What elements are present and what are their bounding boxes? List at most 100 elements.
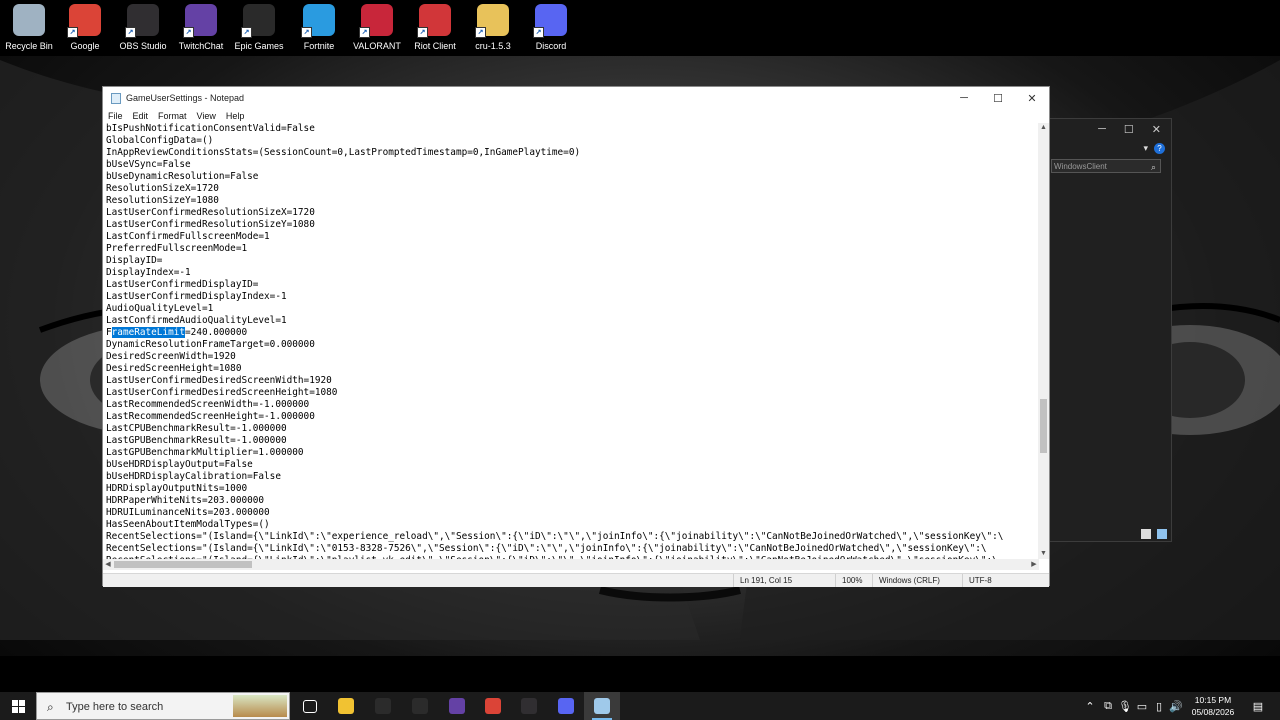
background-window-search[interactable]: WindowsClient ⌕ (1051, 159, 1161, 173)
volume-icon[interactable]: 🔊 (1168, 692, 1184, 720)
menu-edit[interactable]: Edit (128, 111, 154, 121)
maximize-icon[interactable]: ☐ (1124, 123, 1134, 136)
text-line: bIsPushNotificationConsentValid=False (106, 123, 315, 134)
menu-file[interactable]: File (103, 111, 128, 121)
text-line: HasSeenAboutItemModalTypes=() (106, 519, 270, 530)
scroll-up-arrow[interactable]: ▲ (1038, 123, 1049, 133)
desktop-icon-label: Discord (535, 41, 567, 51)
background-window[interactable]: ─ ☐ ✕ ▾ ? WindowsClient ⌕ (1035, 118, 1172, 542)
desktop-icon-google[interactable]: ↗ Google (54, 4, 116, 54)
editor-content[interactable]: bIsPushNotificationConsentValid=False Gl… (103, 123, 1039, 559)
text-line: LastGPUBenchmarkMultiplier=1.000000 (106, 447, 304, 458)
menu-help[interactable]: Help (221, 111, 250, 121)
encoding: UTF-8 (962, 574, 1049, 587)
text-line: LastCPUBenchmarkResult=-1.000000 (106, 423, 287, 434)
minimize-button[interactable]: ─ (947, 87, 981, 109)
network-icon[interactable]: ▯ (1151, 692, 1167, 720)
text-line: DynamicResolutionFrameTarget=0.000000 (106, 339, 315, 350)
shortcut-arrow-icon: ↗ (475, 27, 486, 38)
text-lines-before: bIsPushNotificationConsentValid=False Gl… (106, 123, 580, 326)
microphone-icon[interactable]: 🎙 (1117, 692, 1133, 720)
desktop-icon-recycle-bin[interactable]: Recycle Bin (0, 4, 60, 54)
text-selection[interactable]: rameRateLimit (111, 327, 186, 338)
text-line: LastUserConfirmedDesiredScreenHeight=108… (106, 387, 338, 398)
desktop-icon-label: OBS Studio (119, 41, 167, 51)
text-line: HDRDisplayOutputNits=1000 (106, 483, 248, 494)
chevron-down-icon[interactable]: ▾ (1143, 143, 1148, 154)
display-icon[interactable]: ▭ (1134, 692, 1150, 720)
recycle-bin-icon (13, 4, 45, 36)
desktop-icon-valorant[interactable]: ↗ VALORANT (346, 4, 408, 54)
desktop-icon-fortnite[interactable]: ↗ Fortnite (288, 4, 350, 54)
text-line: ResolutionSizeY=1080 (106, 195, 219, 206)
folder-icon: ↗ (475, 4, 509, 38)
text-line: HDRUILuminanceNits=203.000000 (106, 507, 270, 518)
obs-icon (521, 698, 537, 714)
vertical-scroll-thumb[interactable] (1040, 399, 1047, 453)
desktop-icon-label: TwitchChat (178, 41, 224, 51)
desktop-icon-riot-client[interactable]: ↗ Riot Client (404, 4, 466, 54)
vertical-scrollbar[interactable]: ▲ ▼ (1038, 123, 1049, 559)
taskbar-mail-button[interactable] (402, 692, 438, 720)
scroll-down-arrow[interactable]: ▼ (1038, 549, 1049, 559)
taskbar-file-explorer-button[interactable] (328, 692, 364, 720)
taskbar-discord-button[interactable] (548, 692, 584, 720)
shortcut-arrow-icon: ↗ (125, 27, 136, 38)
horizontal-scroll-thumb[interactable] (114, 561, 252, 568)
taskbar: ⌕ Type here to search ⌃ ⧉ 🎙 ▭ ▯ 🔊 10:15 … (0, 692, 1280, 720)
chrome-icon (485, 698, 501, 714)
details-view-icon[interactable] (1141, 529, 1151, 539)
text-lines-after: DynamicResolutionFrameTarget=0.000000 De… (106, 339, 1003, 559)
text-line: LastGPUBenchmarkResult=-1.000000 (106, 435, 287, 446)
taskbar-microsoft-store-button[interactable] (365, 692, 401, 720)
scroll-left-arrow[interactable]: ◀ (103, 559, 113, 570)
menu-view[interactable]: View (192, 111, 221, 121)
taskbar-notepad-button[interactable] (584, 692, 620, 720)
text-line: LastUserConfirmedDesiredScreenWidth=1920 (106, 375, 332, 386)
help-icon[interactable]: ? (1154, 142, 1165, 154)
taskbar-search-box[interactable]: ⌕ Type here to search (36, 692, 290, 720)
notepad-icon (594, 698, 610, 714)
clock-time: 10:15 PM (1194, 695, 1232, 705)
fortnite-icon: ↗ (301, 4, 335, 38)
desktop-icon-epic-games[interactable]: ↗ Epic Games (228, 4, 290, 54)
search-icon[interactable]: ⌕ (1151, 160, 1156, 172)
close-button[interactable]: ✕ (1015, 87, 1049, 109)
close-icon[interactable]: ✕ (1152, 123, 1161, 136)
notifications-icon[interactable]: ▤ (1246, 692, 1270, 720)
tray-app-icon[interactable]: ⧉ (1100, 692, 1116, 720)
maximize-button[interactable]: ☐ (981, 87, 1015, 109)
system-clock[interactable]: 10:15 PM 05/08/2026 (1186, 694, 1240, 718)
thumbnail-view-icon[interactable] (1157, 529, 1167, 539)
start-button[interactable] (0, 692, 36, 720)
background-window-view-buttons (1141, 529, 1167, 539)
notepad-window[interactable]: GameUserSettings - Notepad ─ ☐ ✕ File Edi… (102, 86, 1050, 587)
taskbar-chrome-button[interactable] (475, 692, 511, 720)
desktop-icon-twitchchat[interactable]: ↗ TwitchChat (170, 4, 232, 54)
text-line: GlobalConfigData=() (106, 135, 214, 146)
text-line: LastUserConfirmedResolutionSizeY=1080 (106, 219, 315, 230)
file-explorer-icon (338, 698, 354, 714)
minimize-icon[interactable]: ─ (1098, 123, 1106, 135)
text-editor[interactable]: bIsPushNotificationConsentValid=False Gl… (103, 123, 1039, 559)
shortcut-arrow-icon: ↗ (533, 27, 544, 38)
taskbar-task-view-button[interactable] (292, 692, 328, 720)
horizontal-scrollbar[interactable]: ◀ ▶ (103, 559, 1039, 570)
desktop-icon-cru-1-5-3[interactable]: ↗ cru-1.5.3 (462, 4, 524, 54)
shortcut-arrow-icon: ↗ (241, 27, 252, 38)
taskbar-obs-button[interactable] (511, 692, 547, 720)
desktop-icon-discord[interactable]: ↗ Discord (520, 4, 582, 54)
menu-format[interactable]: Format (153, 111, 192, 121)
background-window-titlebar: ─ ☐ ✕ (1036, 119, 1171, 139)
desktop-icon-label: Epic Games (234, 41, 284, 51)
taskbar-twitch-chat-button[interactable] (439, 692, 475, 720)
notepad-titlebar: GameUserSettings - Notepad ─ ☐ ✕ (103, 87, 1049, 109)
scroll-right-arrow[interactable]: ▶ (1029, 559, 1039, 570)
obs-icon: ↗ (125, 4, 159, 38)
text-line: RecentSelections="(Island={\"LinkId\":\"… (106, 531, 1004, 542)
desktop-icon-label: Google (70, 41, 100, 51)
line-ending: Windows (CRLF) (872, 574, 962, 587)
epic-games-icon: ↗ (241, 4, 275, 38)
show-hidden-icons-chevron-icon[interactable]: ⌃ (1082, 692, 1098, 720)
desktop-icon-obs-studio[interactable]: ↗ OBS Studio (112, 4, 174, 54)
